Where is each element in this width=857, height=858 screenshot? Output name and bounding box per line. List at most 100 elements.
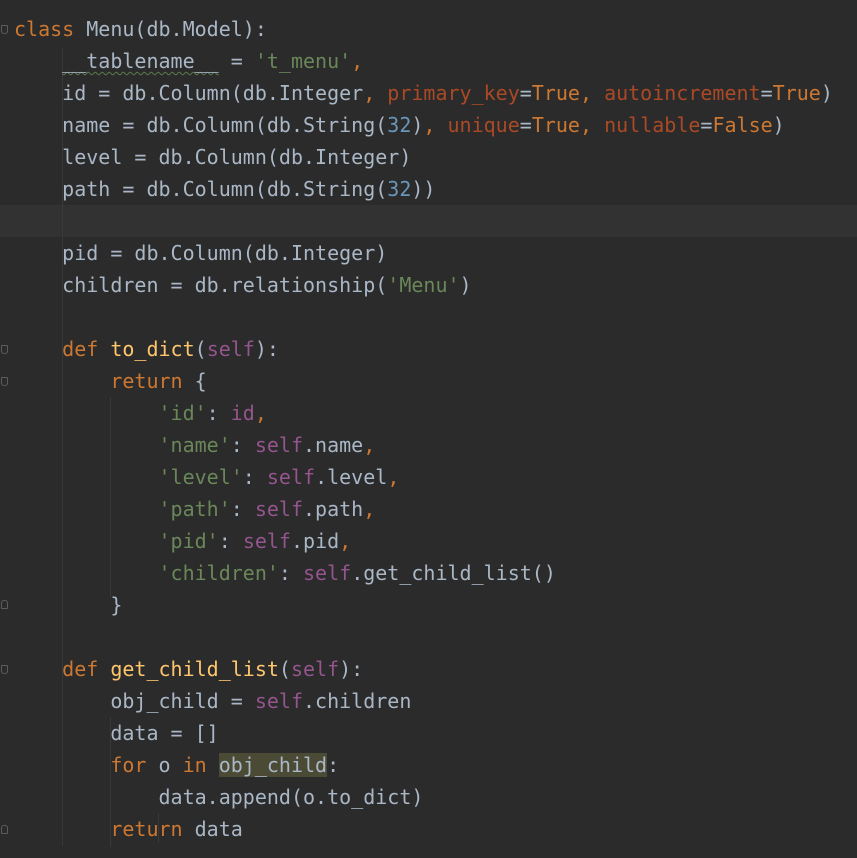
code-token: ) [411, 113, 424, 137]
code-token: self [254, 689, 303, 713]
code-token: 'name' [158, 433, 231, 457]
code-line[interactable]: class Menu(db.Model): [14, 13, 267, 45]
code-token: : [242, 465, 267, 489]
code-token: : [218, 529, 243, 553]
code-line[interactable]: 'name': self.name, [14, 429, 376, 461]
code-line[interactable]: __tablename__ = 't_menu', [14, 45, 363, 77]
code-token: data [182, 817, 243, 841]
code-line[interactable]: pid = db.Column(db.Integer) [14, 237, 387, 269]
code-token: 'path' [158, 497, 231, 521]
fold-toggle-icon[interactable] [1, 825, 8, 834]
code-token: pid = db.Column(db.Integer) [14, 241, 388, 265]
code-token: , [339, 529, 352, 553]
code-line[interactable]: 'level': self.level, [14, 461, 400, 493]
fold-toggle-icon[interactable] [1, 377, 8, 386]
fold-toggle-icon[interactable] [1, 345, 8, 354]
code-editor[interactable]: class Menu(db.Model): __tablename__ = 't… [0, 0, 857, 858]
code-token: = [519, 113, 532, 137]
fold-toggle-icon[interactable] [1, 25, 8, 34]
code-token: return [110, 369, 183, 393]
code-token: data.append(o.to_dict) [14, 785, 424, 809]
code-token: 'level' [158, 465, 243, 489]
current-line-highlight [0, 205, 857, 237]
code-token: ): [339, 657, 364, 681]
code-token: data = [] [14, 721, 219, 745]
code-token: self [303, 561, 352, 585]
code-token: self [206, 337, 255, 361]
code-line[interactable]: 'path': self.path, [14, 493, 376, 525]
code-token: 'pid' [158, 529, 219, 553]
code-token: 'id' [158, 401, 207, 425]
code-token: 't_menu' [254, 49, 352, 73]
code-token: : [327, 753, 340, 777]
code-token: , [363, 433, 376, 457]
code-token: self [254, 433, 304, 457]
code-token: .get_child_list() [351, 561, 556, 585]
code-line[interactable]: obj_child = self.children [14, 685, 411, 717]
code-line[interactable]: data.append(o.to_dict) [14, 781, 423, 813]
code-line[interactable]: 'children': self.get_child_list() [14, 557, 556, 589]
code-token: for [110, 753, 147, 777]
code-token: , [254, 401, 267, 425]
code-token: in [182, 753, 207, 777]
code-line[interactable]: def get_child_list(self): [14, 653, 363, 685]
code-token: , [363, 497, 376, 521]
code-token: .children [303, 689, 412, 713]
code-token: : [230, 497, 255, 521]
code-token: primary_key [387, 81, 520, 105]
code-token: : [278, 561, 304, 585]
code-token: 'children' [158, 561, 279, 585]
code-token: def [62, 337, 111, 361]
code-line[interactable]: id = db.Column(db.Integer, primary_key=T… [14, 77, 833, 109]
code-token: .level [315, 465, 388, 489]
code-line[interactable]: data = [] [14, 717, 219, 749]
code-line[interactable]: return data [14, 813, 243, 845]
code-token: to_dict [110, 337, 195, 361]
code-token: .path [303, 497, 364, 521]
code-token: { [182, 369, 207, 393]
code-token: children = db.relationship( [14, 273, 388, 297]
code-token: autoincrement [604, 81, 761, 105]
code-token: self [266, 465, 316, 489]
code-token: class [14, 17, 75, 41]
fold-toggle-icon[interactable] [1, 600, 8, 609]
code-line[interactable]: for o in obj_child: [14, 749, 339, 781]
code-token: name = db.Column(db.String( [14, 113, 388, 137]
code-token: self [290, 657, 340, 681]
code-token: , [423, 113, 448, 137]
code-token: nullable [604, 113, 701, 137]
gutter [0, 0, 12, 858]
code-token: , [579, 113, 605, 137]
code-token: ): [254, 337, 279, 361]
code-token: = [218, 49, 255, 73]
code-token: ( [278, 657, 291, 681]
code-token: 'Menu' [387, 273, 460, 297]
code-line[interactable]: level = db.Column(db.Integer) [14, 141, 411, 173]
code-line[interactable]: } [14, 589, 122, 621]
code-token: : [206, 401, 231, 425]
code-token: .name [303, 433, 364, 457]
code-line[interactable]: children = db.relationship('Menu') [14, 269, 471, 301]
code-token: o [146, 753, 183, 777]
fold-toggle-icon[interactable] [1, 665, 8, 674]
code-line[interactable]: 'id': id, [14, 397, 267, 429]
code-token: unique [447, 113, 520, 137]
code-token: .pid [290, 529, 340, 553]
code-line[interactable]: def to_dict(self): [14, 333, 279, 365]
code-token: ) [820, 81, 833, 105]
code-token: } [14, 593, 123, 617]
code-line[interactable]: return { [14, 365, 207, 397]
code-token: get_child_list [110, 657, 279, 681]
code-token: True [531, 81, 580, 105]
code-line[interactable]: 'pid': self.pid, [14, 525, 352, 557]
code-line[interactable]: name = db.Column(db.String(32), unique=T… [14, 109, 785, 141]
code-line[interactable]: path = db.Column(db.String(32)) [14, 173, 435, 205]
code-token: ( [194, 337, 207, 361]
